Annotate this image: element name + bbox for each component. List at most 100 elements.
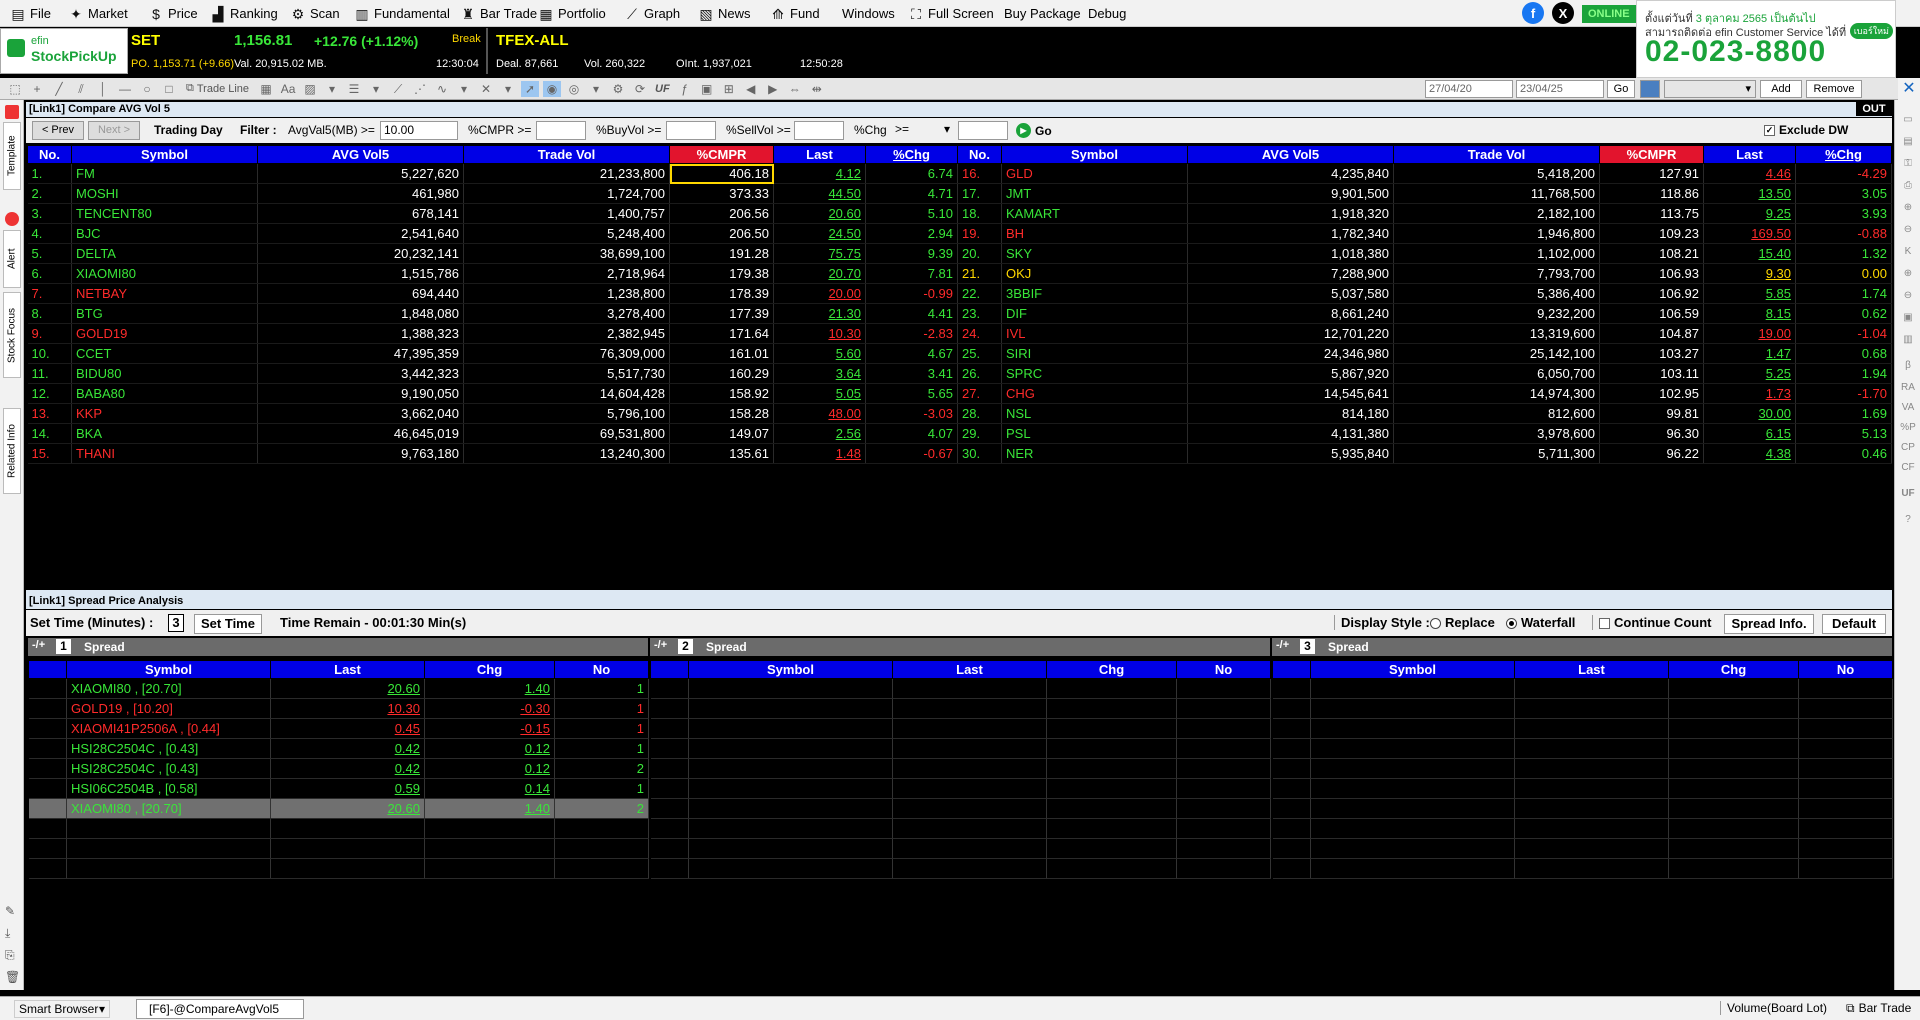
last-price-cell[interactable]: 19.00: [1703, 323, 1796, 344]
fill-pattern-icon[interactable]: ▨: [301, 81, 319, 97]
formula-icon[interactable]: ƒ: [676, 81, 694, 97]
set-time-input[interactable]: 3: [168, 614, 184, 632]
compare-icon[interactable]: ⊞: [720, 81, 738, 97]
table-row[interactable]: 12. BABA80 9,190,050 14,604,428 158.92 5.05 5.…: [27, 383, 1892, 404]
symbol-cell[interactable]: BABA80: [71, 383, 258, 404]
symbol-cell[interactable]: SKY: [1001, 243, 1188, 264]
last-price-cell[interactable]: 20.70: [773, 263, 866, 284]
col-header-no[interactable]: No.: [957, 145, 1002, 164]
menu-file[interactable]: ▤ File: [4, 0, 61, 27]
menu-price[interactable]: $ Price: [142, 0, 208, 27]
spread-symbol-cell[interactable]: GOLD19 , [10.20]: [66, 698, 271, 719]
last-price-cell[interactable]: 4.38: [1703, 443, 1796, 464]
table-row[interactable]: 2. MOSHI 461,980 1,724,700 373.33 44.50 4.71 17…: [27, 183, 1892, 204]
crosshair-icon[interactable]: +: [28, 81, 46, 97]
menu-scan[interactable]: ⚙ Scan: [284, 0, 350, 27]
spread-row[interactable]: XIAOMI80 , [20.70] 20.60 1.40 1: [28, 678, 649, 699]
remove-button[interactable]: Remove: [1806, 80, 1862, 98]
uf-button[interactable]: UF: [655, 83, 670, 95]
symbol-cell[interactable]: XIAOMI80: [71, 263, 258, 284]
table-row[interactable]: 9. GOLD19 1,388,323 2,382,945 171.64 10.30 -2.…: [27, 323, 1892, 344]
tool-percent-p-button[interactable]: %P: [1900, 420, 1916, 436]
expand-toggle-button[interactable]: -/+: [1276, 639, 1289, 651]
table-row[interactable]: 10. CCET 47,395,359 76,309,000 161.01 5.60 4.6…: [27, 343, 1892, 364]
filter-go-button[interactable]: ▶ Go: [1016, 121, 1052, 140]
menu-fund[interactable]: ⟰ Fund: [764, 0, 830, 27]
spread-row[interactable]: XIAOMI80 , [20.70] 20.60 1.40 2: [28, 798, 649, 819]
symbol-cell[interactable]: KAMART: [1001, 203, 1188, 224]
spread-symbol-cell[interactable]: HSI28C2504C , [0.43]: [66, 758, 271, 779]
spread-col-chg[interactable]: Chg: [1046, 660, 1177, 679]
facebook-icon[interactable]: f: [1522, 2, 1544, 24]
date-go-button[interactable]: Go: [1607, 80, 1635, 98]
col-header-avg-vol5[interactable]: AVG Vol5: [1187, 145, 1394, 164]
spread-col-no[interactable]: No: [1176, 660, 1271, 679]
last-price-cell[interactable]: 5.60: [773, 343, 866, 364]
last-price-cell[interactable]: 8.15: [1703, 303, 1796, 324]
last-price-cell[interactable]: 4.12: [773, 163, 866, 184]
trash-icon[interactable]: 🗑: [5, 970, 20, 984]
fan-tool-icon[interactable]: ⋰: [411, 81, 429, 97]
customer-service-banner[interactable]: ตั้งแต่วันที่ 3 ตุลาคม 2565 เป็นต้นไป สา…: [1636, 0, 1896, 78]
symbol-cell[interactable]: IVL: [1001, 323, 1188, 344]
x-icon[interactable]: X: [1552, 2, 1574, 24]
symbol-cell[interactable]: DELTA: [71, 243, 258, 264]
table-row[interactable]: 8. BTG 1,848,080 3,278,400 177.39 21.30 4.41 23…: [27, 303, 1892, 324]
col-header-no[interactable]: No.: [27, 145, 72, 164]
symbol-cell[interactable]: GLD: [1001, 163, 1188, 184]
tool-list-icon[interactable]: ▤: [1900, 134, 1916, 150]
tool-uf-button[interactable]: UF: [1900, 486, 1916, 502]
set-time-button[interactable]: Set Time: [194, 614, 262, 634]
last-price-cell[interactable]: 169.50: [1703, 223, 1796, 244]
cursor-mode-icon[interactable]: ➚: [521, 80, 540, 97]
sellvol-filter-input[interactable]: [794, 121, 844, 140]
symbol-cell[interactable]: KKP: [71, 403, 258, 424]
symbol-cell[interactable]: NSL: [1001, 403, 1188, 424]
continue-count-checkbox[interactable]: Continue Count: [1592, 615, 1711, 630]
symbol-cell[interactable]: DIF: [1001, 303, 1188, 324]
tab-alert[interactable]: Alert: [3, 230, 21, 288]
symbol-cell[interactable]: OKJ: [1001, 263, 1188, 284]
vertical-line-icon[interactable]: │: [94, 81, 112, 97]
last-price-cell[interactable]: 2.56: [773, 423, 866, 444]
refresh-icon[interactable]: ⟳: [631, 81, 649, 97]
last-price-cell[interactable]: 6.15: [1703, 423, 1796, 444]
alert-icon[interactable]: [5, 212, 19, 226]
zoom-in-icon[interactable]: ⇔: [786, 81, 804, 97]
menu-fundamental[interactable]: ▥ Fundamental: [348, 0, 460, 27]
tool-remove-icon[interactable]: ⊖: [1900, 222, 1916, 238]
last-price-cell[interactable]: 20.60: [773, 203, 866, 224]
menu-windows[interactable]: Windows: [836, 0, 905, 27]
line-style-icon[interactable]: ☰: [345, 81, 363, 97]
dropdown-arrow-icon[interactable]: ▾: [499, 81, 517, 97]
horizontal-line-icon[interactable]: —: [116, 81, 134, 97]
replace-radio[interactable]: Replace: [1430, 615, 1495, 630]
last-price-cell[interactable]: 48.00: [773, 403, 866, 424]
scroll-right-icon[interactable]: ▶: [764, 81, 782, 97]
symbol-cell[interactable]: NETBAY: [71, 283, 258, 304]
spread-row[interactable]: XIAOMI41P2506A , [0.44] 0.45 -0.15 1: [28, 718, 649, 739]
last-price-cell[interactable]: 24.50: [773, 223, 866, 244]
last-price-cell[interactable]: 21.30: [773, 303, 866, 324]
table-row[interactable]: 13. KKP 3,662,040 5,796,100 158.28 48.00 -3.03…: [27, 403, 1892, 424]
tab-related-info[interactable]: Related Info: [3, 408, 21, 494]
last-price-cell[interactable]: 10.30: [773, 323, 866, 344]
tool-zoom-out-icon[interactable]: ⊖: [1900, 288, 1916, 304]
spread-row[interactable]: HSI28C2504C , [0.43] 0.42 0.12 2: [28, 758, 649, 779]
tool-chart-icon[interactable]: ▥: [1900, 332, 1916, 348]
tool-lock-icon[interactable]: ⚿: [1900, 156, 1916, 172]
symbol-cell[interactable]: BKA: [71, 423, 258, 444]
table-row[interactable]: 11. BIDU80 3,442,323 5,517,730 160.29 3.64 3.4…: [27, 363, 1892, 384]
tool-print-icon[interactable]: ⎙: [1900, 178, 1916, 194]
exclude-dw-checkbox[interactable]: ✓ Exclude DW: [1764, 121, 1848, 140]
col-header-chg[interactable]: %Chg: [1795, 145, 1892, 164]
spread-col-last[interactable]: Last: [270, 660, 425, 679]
prev-button[interactable]: < Prev: [32, 121, 84, 140]
table-row[interactable]: 1. FM 5,227,620 21,233,800 406.18 4.12 6.74 16.…: [27, 163, 1892, 184]
tool-beta-icon[interactable]: β: [1900, 358, 1916, 374]
last-price-cell[interactable]: 9.25: [1703, 203, 1796, 224]
menu-buy-package[interactable]: Buy Package: [998, 0, 1091, 27]
last-price-cell[interactable]: 5.05: [773, 383, 866, 404]
table-row[interactable]: 15. THANI 9,763,180 13,240,300 135.61 1.48 -0.…: [27, 443, 1892, 464]
tool-ra-button[interactable]: RA: [1900, 380, 1916, 396]
